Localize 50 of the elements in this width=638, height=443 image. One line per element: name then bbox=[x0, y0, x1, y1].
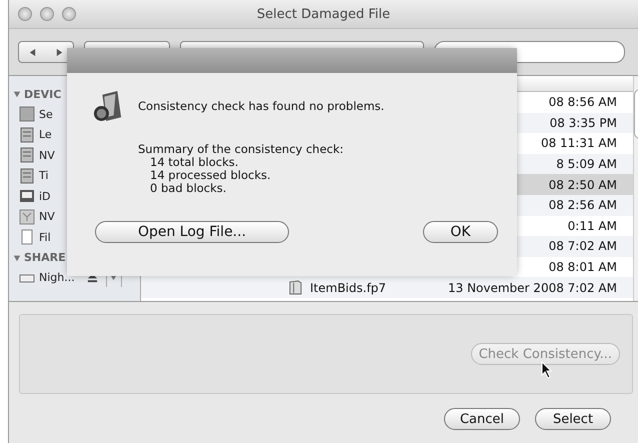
caret-icon bbox=[110, 274, 118, 282]
sidebar-item[interactable]: Le bbox=[39, 128, 52, 142]
sidebar-item[interactable]: iD bbox=[39, 190, 51, 203]
back-icon bbox=[28, 48, 37, 56]
file-date: 08 8:01 AM bbox=[548, 260, 617, 274]
file-date: 08 2:50 AM bbox=[548, 178, 617, 192]
zoom-button[interactable] bbox=[62, 7, 76, 21]
alert-message: Consistency check has found no problems. bbox=[138, 99, 384, 113]
application-icon bbox=[93, 89, 123, 123]
disk-image-icon bbox=[19, 208, 35, 225]
sidebar-section-label: DEVIC bbox=[24, 88, 62, 100]
file-date: 8 5:09 AM bbox=[556, 157, 617, 172]
display-icon bbox=[19, 188, 35, 204]
close-button[interactable] bbox=[18, 7, 32, 21]
file-icon bbox=[289, 280, 302, 296]
back-forward-control[interactable] bbox=[18, 41, 74, 63]
summary-title: Summary of the consistency check: bbox=[138, 143, 345, 156]
file-date: 0:11 AM bbox=[568, 218, 617, 233]
dialog-button[interactable]: Cancel bbox=[444, 408, 520, 430]
file-row[interactable]: ItemBids.fp7 13 November 2008 7:02 AM bbox=[141, 277, 633, 298]
sidebar-item[interactable]: Fil bbox=[39, 230, 51, 244]
file-date: 08 8:56 AM bbox=[548, 95, 617, 110]
summary-line: 14 processed blocks. bbox=[149, 169, 272, 182]
disclosure-triangle-icon[interactable] bbox=[13, 254, 21, 262]
hard-drive-icon bbox=[19, 147, 35, 164]
dialog-button[interactable]: Select bbox=[535, 408, 611, 430]
file-date: 08 7:02 AM bbox=[548, 239, 617, 254]
minimize-button[interactable] bbox=[40, 7, 54, 21]
file-date: 08 2:56 AM bbox=[548, 198, 617, 212]
document-icon bbox=[19, 229, 35, 246]
alert-button[interactable]: OK bbox=[423, 221, 498, 243]
file-name: ItemBids.fp7 bbox=[310, 280, 386, 295]
sidebar-section-label: SHARE bbox=[24, 251, 66, 264]
summary-line: 0 bad blocks. bbox=[149, 182, 228, 195]
alert-button[interactable]: Open Log File... bbox=[95, 221, 289, 243]
forward-icon bbox=[55, 48, 64, 56]
sidebar-item[interactable]: NV bbox=[39, 210, 55, 224]
hard-drive-icon bbox=[19, 126, 35, 143]
disclosure-triangle-icon[interactable] bbox=[13, 90, 21, 98]
sidebar-item[interactable]: Nigh... bbox=[39, 271, 75, 284]
mouse-pointer-icon bbox=[541, 361, 553, 379]
file-date: 08 11:31 AM bbox=[540, 136, 617, 150]
sidebar-item[interactable]: Se bbox=[39, 108, 53, 121]
hard-drive-icon bbox=[19, 168, 35, 184]
sidebar-item[interactable]: Ti bbox=[39, 169, 48, 182]
window-title: Select Damaged File bbox=[256, 6, 392, 22]
file-date: 13 November 2008 7:02 AM bbox=[448, 280, 617, 295]
file-date: 08 3:35 PM bbox=[550, 116, 617, 130]
sidebar-item[interactable]: NV bbox=[39, 148, 55, 162]
summary-line: 14 total blocks. bbox=[150, 156, 238, 169]
